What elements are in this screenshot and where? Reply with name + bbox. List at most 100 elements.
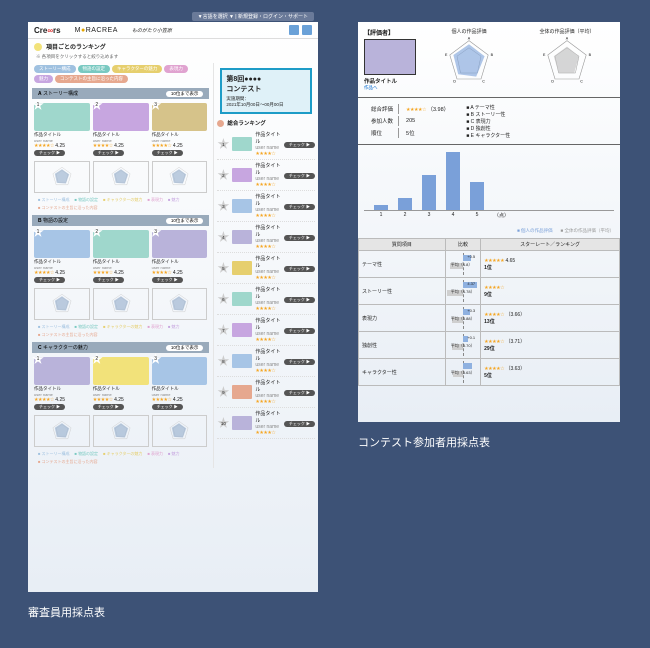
radar-chart (152, 415, 208, 447)
filter-tag[interactable]: 物語の設定 (78, 65, 111, 73)
work-card[interactable]: 2作品タイトルuser name★★★★☆ 4.25チェック ▶ (93, 103, 149, 156)
svg-text:C: C (580, 80, 583, 84)
section-band: A ストーリー構成10位まで表示 (32, 88, 209, 99)
ranking-item[interactable]: 10作品タイトルuser name★★★★☆チェック ▶ (217, 408, 315, 439)
question-table: 質問項目 比較 スターレート／ランキング テーマ性+0.5平均（4.8）★★★★… (358, 238, 620, 386)
check-button[interactable]: チェック ▶ (152, 277, 183, 283)
ranking-item[interactable]: 7作品タイトルuser name★★★★☆チェック ▶ (217, 315, 315, 346)
check-button[interactable]: チェック ▶ (284, 421, 315, 427)
work-card[interactable]: 1作品タイトルuser name★★★★☆ 4.25チェック ▶ (34, 103, 90, 156)
summary-table: 総合評価★★★★☆ （3.98） 参加人数205 順位5位 (364, 102, 456, 140)
ranking-item[interactable]: 1作品タイトルuser name★★★★☆チェック ▶ (217, 129, 315, 160)
work-card[interactable]: 3作品タイトルuser name★★★★☆ 4.25チェック ▶ (152, 357, 208, 410)
check-button[interactable]: チェック ▶ (284, 328, 315, 334)
logo-moracrea: M●RACREA (75, 27, 118, 34)
top-links[interactable]: ▼言語を選択 ▼ | 新規登録・ログイン・サポート (192, 12, 314, 21)
work-card[interactable]: 3作品タイトルuser name★★★★☆ 4.25チェック ▶ (152, 103, 208, 156)
filter-tag[interactable]: 表現力 (164, 65, 188, 73)
filter-tag[interactable]: コンテストの主旨に沿った内容 (55, 75, 128, 83)
svg-text:A: A (566, 37, 569, 40)
radar-chart (93, 288, 149, 320)
overall-ranking-head: 総合ランキング (217, 117, 315, 129)
work-card[interactable]: 2作品タイトルuser name★★★★☆ 4.25チェック ▶ (93, 230, 149, 283)
radar-own: ABCDE (422, 36, 516, 86)
ranking-item[interactable]: 6作品タイトルuser name★★★★☆チェック ▶ (217, 284, 315, 315)
check-button[interactable]: チェック ▶ (34, 150, 65, 156)
svg-text:B: B (491, 53, 493, 57)
svg-text:D: D (551, 80, 554, 84)
bar (446, 152, 460, 210)
check-button[interactable]: チェック ▶ (34, 277, 65, 283)
header-icon[interactable] (289, 25, 299, 35)
check-button[interactable]: チェック ▶ (284, 142, 315, 148)
check-button[interactable]: チェック ▶ (34, 404, 65, 410)
bar (374, 205, 388, 210)
score-histogram: 12345（点） (358, 145, 620, 226)
table-row: テーマ性+0.5平均（4.8）★★★★★ 4.651位 (359, 251, 620, 278)
check-button[interactable]: チェック ▶ (284, 204, 315, 210)
radar-chart (34, 288, 90, 320)
participant-panel: 【評価者】 作品タイトル 作品へ 個人の作品評価 A B C D E 全体の作品評価（平… (358, 22, 620, 422)
legend: ストーリー構成物語の設定キャラクターの魅力表現力魅力コンテストの主旨に沿った内容 (28, 195, 213, 214)
tag-row: ストーリー構成物語の設定キャラクターの魅力表現力魅力コンテストの主旨に沿った内容 (28, 63, 213, 87)
evaluator-head: 【評価者】 (364, 28, 416, 37)
section-band: C キャラクターの魅力10位まで表示 (32, 342, 209, 353)
filter-tag[interactable]: キャラクターの魅力 (112, 65, 162, 73)
ranking-sub: ※ 各項目をクリックすると絞り込めます (28, 54, 318, 63)
work-title: 作品タイトル (364, 77, 416, 85)
ranking-item[interactable]: 3作品タイトルuser name★★★★☆チェック ▶ (217, 191, 315, 222)
check-button[interactable]: チェック ▶ (152, 150, 183, 156)
check-button[interactable]: チェック ▶ (284, 297, 315, 303)
radar-chart (34, 415, 90, 447)
show-more-button[interactable]: 10位まで表示 (166, 345, 204, 351)
judge-panel: ▼言語を選択 ▼ | 新規登録・ログイン・サポート Cre∞rs M●RACRE… (28, 22, 318, 592)
table-row: 表現力+0.3平均（3.88）★★★★☆ （3.66）13位 (359, 305, 620, 332)
svg-text:E: E (543, 53, 546, 57)
svg-text:A: A (468, 37, 471, 40)
check-button[interactable]: チェック ▶ (284, 235, 315, 241)
check-button[interactable]: チェック ▶ (152, 404, 183, 410)
legend-avg: 全体の作品評価（平均） (561, 228, 614, 234)
bar (398, 198, 412, 210)
table-row: ストーリー性4.37平均（4.78）★★★★☆ 9位 (359, 278, 620, 305)
work-card[interactable]: 1作品タイトルuser name★★★★☆ 4.25チェック ▶ (34, 230, 90, 283)
work-thumbnail[interactable] (364, 39, 416, 75)
radar-chart (152, 288, 208, 320)
logo-script: ものがたり小笠原 (132, 27, 172, 34)
header-icon[interactable] (302, 25, 312, 35)
table-row: キャラクター性平均（3.63）★★★★☆ （3.63）5位 (359, 359, 620, 386)
check-button[interactable]: チェック ▶ (93, 150, 124, 156)
check-button[interactable]: チェック ▶ (284, 390, 315, 396)
filter-tag[interactable]: 魅力 (34, 75, 53, 83)
show-more-button[interactable]: 10位まで表示 (166, 91, 204, 97)
contest-banner[interactable]: 第8回●●●●コンテスト 実施期間：2021年10月00日〜00月00日 (220, 68, 312, 114)
ranking-item[interactable]: 5作品タイトルuser name★★★★☆チェック ▶ (217, 253, 315, 284)
work-card[interactable]: 3作品タイトルuser name★★★★☆ 4.25チェック ▶ (152, 230, 208, 283)
bar (470, 182, 484, 210)
ranking-item[interactable]: 9作品タイトルuser name★★★★☆チェック ▶ (217, 377, 315, 408)
check-button[interactable]: チェック ▶ (284, 266, 315, 272)
show-more-button[interactable]: 10位まで表示 (166, 218, 204, 224)
ranking-item[interactable]: 2作品タイトルuser name★★★★☆チェック ▶ (217, 160, 315, 191)
table-row: 独創性+0.1平均（3.70）★★★★☆ （3.71）29位 (359, 332, 620, 359)
legend-own: 個人の作品評価 (517, 228, 552, 234)
check-button[interactable]: チェック ▶ (93, 404, 124, 410)
ranking-item[interactable]: 4作品タイトルuser name★★★★☆チェック ▶ (217, 222, 315, 253)
check-button[interactable]: チェック ▶ (93, 277, 124, 283)
legend: ストーリー構成物語の設定キャラクターの魅力表現力魅力コンテストの主旨に沿った内容 (28, 449, 213, 468)
radar-chart (93, 415, 149, 447)
section-band: B 物語の設定10位まで表示 (32, 215, 209, 226)
check-button[interactable]: チェック ▶ (284, 173, 315, 179)
radar-chart (93, 161, 149, 193)
work-link[interactable]: 作品へ (364, 85, 416, 91)
svg-text:B: B (589, 53, 591, 57)
criteria-legend: A テーマ性B ストーリー性C 表現力D 独創性E キャラクター性 (466, 104, 510, 139)
logo-creors: Cre∞rs (34, 26, 61, 35)
ranking-item[interactable]: 8作品タイトルuser name★★★★☆チェック ▶ (217, 346, 315, 377)
radar-chart (34, 161, 90, 193)
work-card[interactable]: 1作品タイトルuser name★★★★☆ 4.25チェック ▶ (34, 357, 90, 410)
work-card[interactable]: 2作品タイトルuser name★★★★☆ 4.25チェック ▶ (93, 357, 149, 410)
filter-tag[interactable]: ストーリー構成 (34, 65, 76, 73)
check-button[interactable]: チェック ▶ (284, 359, 315, 365)
svg-text:D: D (453, 80, 456, 84)
